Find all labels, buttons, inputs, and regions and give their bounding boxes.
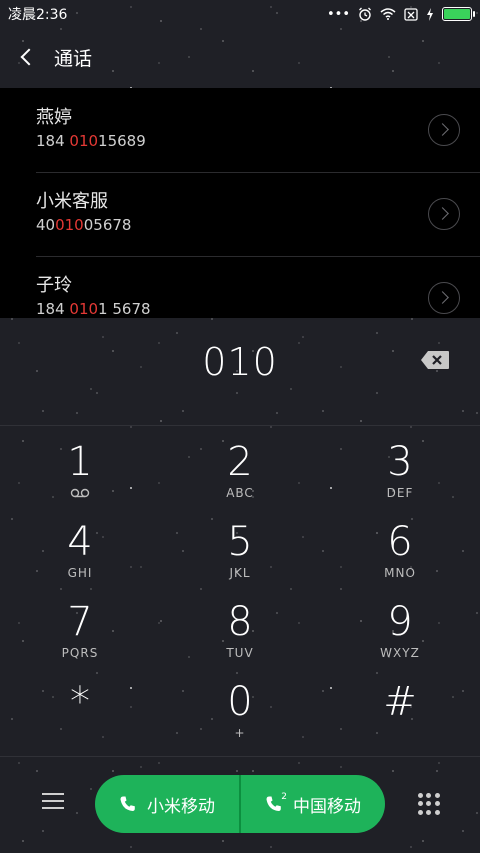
status-icons: ••• — [326, 6, 475, 22]
page-title: 通话 — [54, 47, 93, 70]
key-7[interactable]: 7 PQRS — [0, 600, 160, 680]
call-sim1-label: 小米移动 — [147, 796, 215, 817]
dial-keypad: 1 2 ABC 3 DEF 4 GHI 5 JKL 6 MNO 7 PQRS 8… — [0, 440, 480, 752]
key-0[interactable]: 0 + — [160, 680, 320, 760]
key-2[interactable]: 2 ABC — [160, 440, 320, 520]
contact-name: 子玲 — [36, 275, 72, 296]
key-6[interactable]: 6 MNO — [320, 520, 480, 600]
phone-sim1-icon — [120, 796, 135, 811]
contact-name: 燕婷 — [36, 107, 72, 128]
call-sim2-label: 中国移动 — [293, 796, 361, 817]
contact-detail-button[interactable] — [428, 282, 460, 314]
key-3[interactable]: 3 DEF — [320, 440, 480, 520]
back-icon[interactable] — [18, 48, 36, 66]
call-sim1-button[interactable]: 小米移动 — [95, 775, 239, 833]
key-1[interactable]: 1 — [0, 440, 160, 520]
contact-number: 184 01015689 — [36, 132, 146, 150]
header: 通话 — [0, 32, 480, 82]
bottom-action-bar: 小米移动 2 中国移动 — [0, 756, 480, 853]
signal-dots: ••• — [326, 6, 350, 22]
dial-input-area: 010 — [0, 318, 480, 426]
sim2-index: 2 — [281, 792, 287, 802]
number-match: 010 — [55, 216, 84, 234]
number-match: 010 — [69, 300, 99, 318]
call-button-group: 小米移动 2 中国移动 — [95, 775, 385, 833]
contact-detail-button[interactable] — [428, 198, 460, 230]
backspace-icon[interactable] — [420, 350, 450, 370]
voicemail-icon — [70, 488, 90, 498]
call-sim2-button[interactable]: 2 中国移动 — [241, 775, 385, 833]
menu-icon[interactable] — [42, 793, 64, 811]
contact-name: 小米客服 — [36, 191, 108, 212]
key-5[interactable]: 5 JKL — [160, 520, 320, 600]
key-hash[interactable]: # — [320, 680, 480, 760]
alarm-icon — [359, 7, 371, 21]
contact-number: 184 0101 5678 — [36, 300, 151, 318]
number-match: 010 — [69, 132, 99, 150]
contact-result-row[interactable]: 子玲 184 0101 5678 — [0, 256, 480, 318]
contact-result-row[interactable]: 燕婷 184 01015689 — [0, 88, 480, 172]
key-8[interactable]: 8 TUV — [160, 600, 320, 680]
contact-result-row[interactable]: 小米客服 4001005678 — [0, 172, 480, 256]
search-results-list: 燕婷 184 01015689 小米客服 4001005678 子玲 184 0… — [0, 88, 480, 318]
no-sim-icon — [404, 7, 418, 21]
battery-icon — [442, 7, 475, 21]
contact-detail-button[interactable] — [428, 114, 460, 146]
status-time: 凌晨2:36 — [8, 7, 68, 23]
charging-icon — [427, 7, 433, 21]
key-4[interactable]: 4 GHI — [0, 520, 160, 600]
battery-level — [444, 9, 470, 19]
wifi-icon — [380, 8, 396, 20]
key-9[interactable]: 9 WXYZ — [320, 600, 480, 680]
status-bar: 凌晨2:36 ••• — [0, 0, 480, 28]
key-star[interactable]: * — [0, 680, 160, 760]
contact-number: 4001005678 — [36, 216, 132, 234]
dial-number-field[interactable]: 010 — [202, 340, 278, 384]
dialpad-toggle-icon[interactable] — [418, 793, 440, 815]
phone-sim2-icon: 2 — [265, 792, 287, 813]
